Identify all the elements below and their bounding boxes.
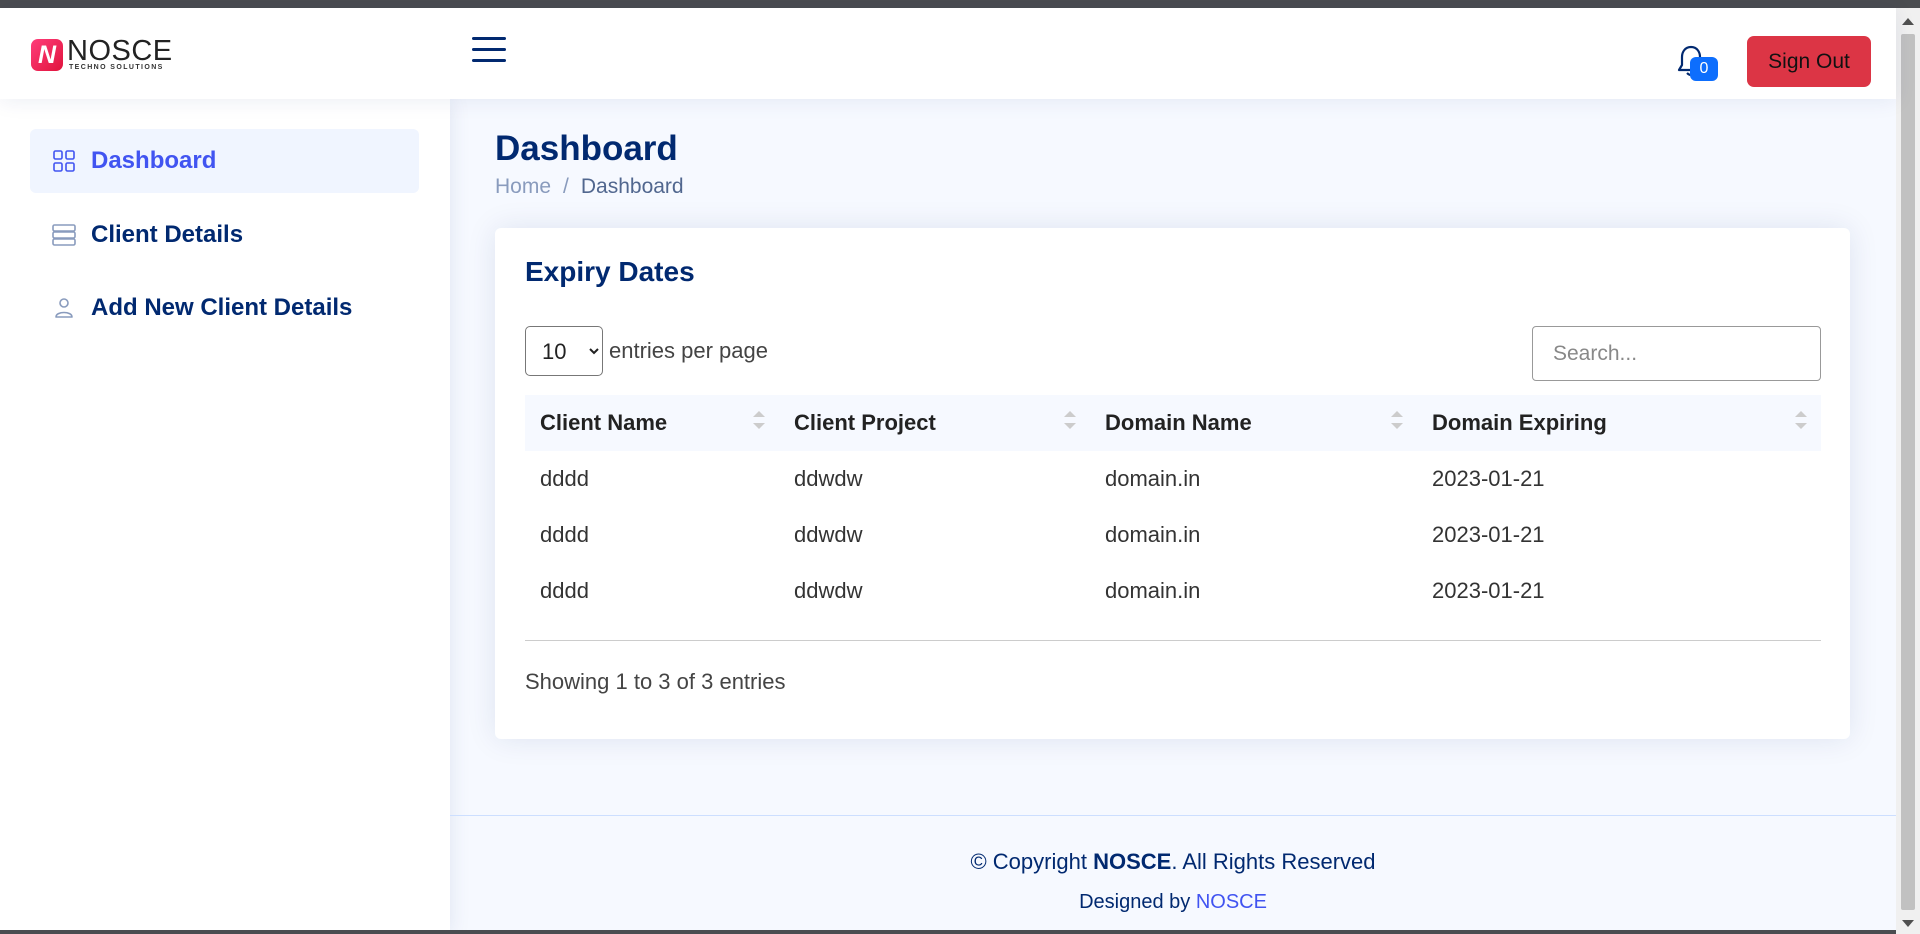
sort-icon xyxy=(753,411,765,429)
copyright-prefix: © Copyright xyxy=(970,849,1094,874)
notification-count-badge: 0 xyxy=(1690,57,1718,81)
list-icon xyxy=(51,222,77,248)
cell-domain-expiring: 2023-01-21 xyxy=(1432,578,1545,603)
copyright-brand: NOSCE xyxy=(1093,849,1172,874)
column-header-label: Domain Expiring xyxy=(1432,410,1607,435)
breadcrumb-home-link[interactable]: Home xyxy=(495,175,551,199)
breadcrumb: Home / Dashboard xyxy=(495,175,684,199)
logo-mark-letter: N xyxy=(37,40,57,69)
table-info-text: Showing 1 to 3 of 3 entries xyxy=(525,669,786,694)
main-content: Dashboard Home / Dashboard Expiry Dates … xyxy=(450,99,1896,816)
cell-client-project: ddwdw xyxy=(794,578,863,603)
page-title: Dashboard xyxy=(495,129,678,168)
entries-per-page-label: entries per page xyxy=(609,338,768,363)
sidebar-item-label: Dashboard xyxy=(91,147,217,174)
brand-tagline: TECHNO SOLUTIONS xyxy=(69,64,164,71)
expiry-table: Client Name Client Project Domain Name D… xyxy=(525,395,1821,619)
top-header: N NOSCE TECHNO SOLUTIONS 0 Sign Out xyxy=(0,8,1896,99)
cell-domain-name: domain.in xyxy=(1105,578,1201,603)
cell-client-project: ddwdw xyxy=(794,522,863,547)
sidebar-item-dashboard[interactable]: Dashboard xyxy=(30,129,419,193)
cell-domain-name: domain.in xyxy=(1105,522,1201,547)
breadcrumb-separator: / xyxy=(563,175,569,198)
notifications-button[interactable]: 0 xyxy=(1674,38,1718,82)
column-header-label: Client Project xyxy=(794,410,936,435)
brand-name: NOSCE xyxy=(67,35,173,67)
table-header-row: Client Name Client Project Domain Name D… xyxy=(525,395,1821,451)
expiry-dates-card: Expiry Dates 10 entries per page Client … xyxy=(495,228,1850,739)
entries-per-page-control: 10 entries per page xyxy=(525,326,768,376)
column-header-domain-expiring[interactable]: Domain Expiring xyxy=(1417,395,1821,451)
entries-per-page-select[interactable]: 10 xyxy=(525,326,603,376)
column-header-domain-name[interactable]: Domain Name xyxy=(1090,395,1417,451)
table-row: dddd ddwdw domain.in 2023-01-21 xyxy=(525,563,1821,619)
sidebar-item-client-details[interactable]: Client Details xyxy=(30,203,419,267)
sidebar-item-add-new-client-details[interactable]: Add New Client Details xyxy=(30,276,419,340)
table-bottom-divider xyxy=(525,640,1821,641)
cell-domain-expiring: 2023-01-21 xyxy=(1432,466,1545,491)
cell-client-name: dddd xyxy=(540,466,589,491)
sidebar: Dashboard Client Details Add New Client … xyxy=(0,99,450,934)
scroll-up-arrow-icon[interactable] xyxy=(1902,18,1914,25)
designed-by-label: Designed by xyxy=(1079,891,1196,913)
credits-text: Designed by NOSCE xyxy=(450,891,1896,914)
sidebar-item-label: Client Details xyxy=(91,221,244,248)
browser-bottom-strip xyxy=(0,930,1896,934)
sidebar-toggle-menu-icon[interactable] xyxy=(472,37,506,71)
brand-logo[interactable]: N NOSCE TECHNO SOLUTIONS xyxy=(31,35,173,72)
grid-icon xyxy=(51,148,77,174)
person-icon xyxy=(51,295,77,321)
logo-mark-icon: N xyxy=(31,39,63,71)
browser-top-strip xyxy=(0,0,1920,8)
scrollbar-thumb[interactable] xyxy=(1901,34,1915,910)
page-scrollbar[interactable] xyxy=(1896,8,1920,934)
sidebar-item-label: Add New Client Details xyxy=(91,294,353,321)
copyright-text: © Copyright NOSCE. All Rights Reserved xyxy=(450,849,1896,875)
search-input[interactable] xyxy=(1532,326,1821,381)
scroll-down-arrow-icon[interactable] xyxy=(1902,920,1914,927)
logo-text: NOSCE TECHNO SOLUTIONS xyxy=(67,35,173,72)
copyright-suffix: . All Rights Reserved xyxy=(1171,849,1376,874)
column-header-label: Client Name xyxy=(540,410,668,435)
cell-client-project: ddwdw xyxy=(794,466,863,491)
cell-client-name: dddd xyxy=(540,522,589,547)
cell-domain-name: domain.in xyxy=(1105,466,1201,491)
sign-out-button[interactable]: Sign Out xyxy=(1747,36,1871,87)
column-header-client-project[interactable]: Client Project xyxy=(779,395,1090,451)
table-row: dddd ddwdw domain.in 2023-01-21 xyxy=(525,507,1821,563)
designer-link[interactable]: NOSCE xyxy=(1196,891,1267,913)
sort-icon xyxy=(1391,411,1403,429)
card-title: Expiry Dates xyxy=(525,256,695,287)
footer: © Copyright NOSCE. All Rights Reserved D… xyxy=(450,815,1896,934)
column-header-label: Domain Name xyxy=(1105,410,1252,435)
cell-domain-expiring: 2023-01-21 xyxy=(1432,522,1545,547)
sort-icon xyxy=(1795,411,1807,429)
cell-client-name: dddd xyxy=(540,578,589,603)
column-header-client-name[interactable]: Client Name xyxy=(525,395,779,451)
breadcrumb-current: Dashboard xyxy=(580,175,684,198)
table-row: dddd ddwdw domain.in 2023-01-21 xyxy=(525,451,1821,507)
sort-icon xyxy=(1064,411,1076,429)
